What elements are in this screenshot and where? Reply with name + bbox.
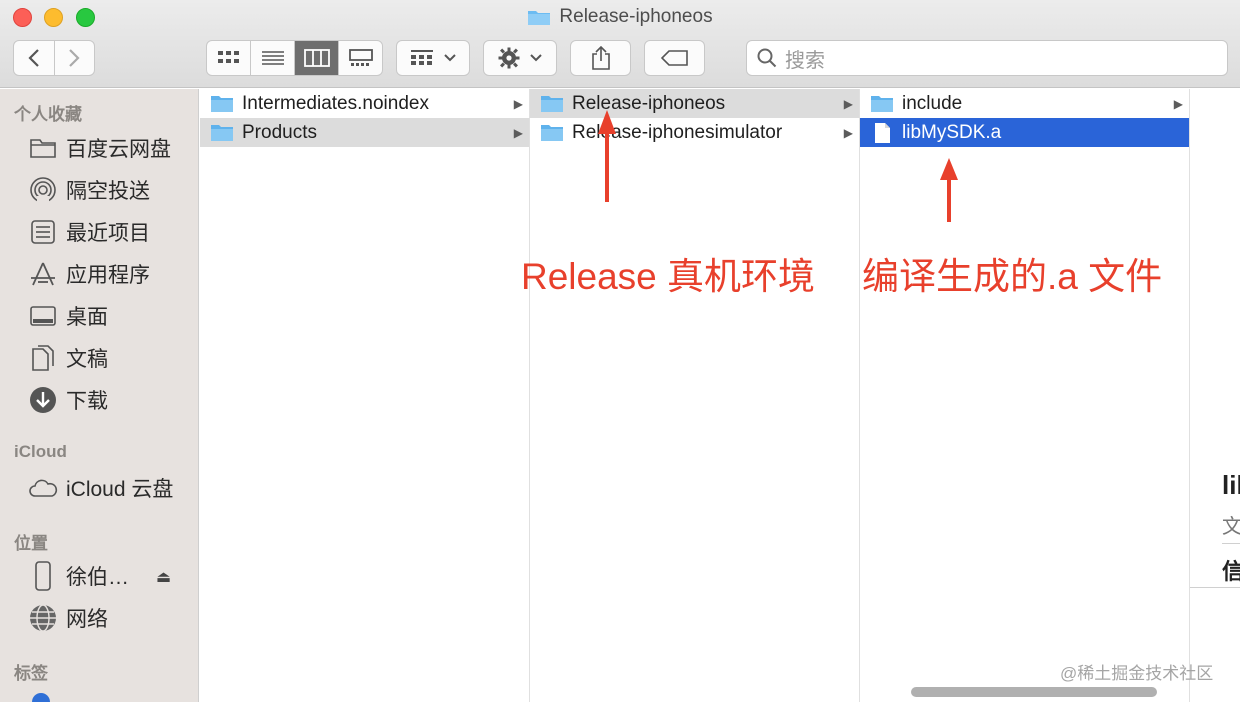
list-item[interactable]: include ▶: [860, 89, 1189, 118]
list-item[interactable]: Intermediates.noindex ▶: [200, 89, 529, 118]
eject-icon[interactable]: ⏏: [156, 567, 171, 587]
view-mode-control: [206, 40, 383, 76]
file-icon: [875, 122, 890, 143]
sidebar-item-airdrop[interactable]: 隔空投送: [28, 173, 150, 207]
disclosure-arrow-icon: ▶: [843, 125, 853, 140]
preview-divider: [1222, 543, 1240, 544]
sidebar-item-icloud-drive[interactable]: iCloud 云盘: [28, 471, 173, 505]
iphone-icon: [28, 561, 58, 591]
sidebar-item-desktop[interactable]: 桌面: [28, 299, 108, 333]
airdrop-icon: [28, 175, 58, 205]
action-menu-button[interactable]: [483, 40, 557, 76]
folder-icon: [528, 11, 551, 25]
column-view-button[interactable]: [295, 41, 339, 75]
preview-divider: [1190, 587, 1240, 588]
disclosure-arrow-icon: ▶: [1173, 96, 1183, 111]
annotation-arrow-icon: [940, 158, 958, 222]
sidebar-item-network[interactable]: 网络: [28, 601, 108, 635]
downloads-icon: [28, 385, 58, 415]
finder-window: Release-iphoneos 搜索 个人收藏 百度云网盘 隔空投送 最近项目…: [0, 0, 1240, 702]
disclosure-arrow-icon: ▶: [513, 125, 523, 140]
folder-icon: [871, 95, 893, 112]
sidebar: 个人收藏 百度云网盘 隔空投送 最近项目 应用程序 桌面 文稿 下载 iClou…: [0, 89, 199, 702]
sidebar-item-baidu-netdisk[interactable]: 百度云网盘: [28, 131, 171, 165]
folder-icon: [28, 133, 58, 163]
list-item[interactable]: Release-iphoneos ▶: [530, 89, 859, 118]
sidebar-item-label: 徐伯…: [66, 566, 129, 589]
item-name: libMySDK.a: [902, 121, 1002, 143]
sidebar-item-label: 隔空投送: [66, 180, 150, 203]
sidebar-item-label: 百度云网盘: [66, 138, 171, 161]
chevron-down-icon: [444, 54, 456, 62]
chevron-down-icon: [530, 54, 542, 62]
search-placeholder: 搜索: [785, 49, 825, 72]
folder-icon: [541, 124, 563, 141]
window-title-text: Release-iphoneos: [559, 6, 713, 27]
item-name: Intermediates.noindex: [242, 92, 429, 114]
sidebar-item-label: 下载: [66, 390, 108, 413]
sidebar-section-favorites: 个人收藏: [14, 105, 82, 124]
folder-icon: [211, 124, 233, 141]
documents-icon: [28, 343, 58, 373]
sidebar-item-label: 应用程序: [66, 264, 150, 287]
sidebar-item-applications[interactable]: 应用程序: [28, 257, 150, 291]
column-1: Intermediates.noindex ▶ Products ▶: [200, 89, 530, 702]
preview-info-heading: 信: [1222, 559, 1240, 584]
gear-icon: [498, 47, 520, 69]
annotation-arrow-icon: [598, 110, 616, 202]
sidebar-item-label: 文稿: [66, 348, 108, 371]
toolbar: Release-iphoneos 搜索: [0, 0, 1240, 88]
sidebar-item-label: 桌面: [66, 306, 108, 329]
sidebar-item-iphone[interactable]: 徐伯…: [28, 559, 129, 593]
share-button[interactable]: [570, 40, 631, 76]
annotation-compiled-file: 编译生成的.a 文件: [862, 256, 1163, 297]
cloud-icon: [28, 473, 58, 503]
sidebar-section-icloud: iCloud: [14, 442, 67, 461]
disclosure-arrow-icon: ▶: [843, 96, 853, 111]
search-icon: [757, 48, 777, 68]
tag-button[interactable]: [644, 40, 705, 76]
sidebar-section-tags: 标签: [14, 664, 48, 683]
sidebar-item-downloads[interactable]: 下载: [28, 383, 108, 417]
back-button[interactable]: [14, 41, 55, 75]
column-3: include ▶ libMySDK.a: [860, 89, 1190, 702]
window-title: Release-iphoneos: [0, 6, 1240, 28]
tag-color-dot[interactable]: [32, 693, 50, 702]
sidebar-item-label: 最近项目: [66, 222, 150, 245]
preview-title: lil: [1222, 470, 1240, 500]
gallery-view-button[interactable]: [339, 41, 382, 75]
search-field[interactable]: 搜索: [746, 40, 1228, 76]
network-icon: [28, 603, 58, 633]
column-2: Release-iphoneos ▶ Release-iphonesimulat…: [530, 89, 860, 702]
applications-icon: [28, 259, 58, 289]
sidebar-section-locations: 位置: [14, 534, 48, 553]
list-item[interactable]: Release-iphonesimulator ▶: [530, 118, 859, 147]
group-by-button[interactable]: [396, 40, 470, 76]
group-icon: [411, 50, 433, 65]
desktop-icon: [28, 301, 58, 331]
share-icon: [591, 46, 610, 70]
sidebar-item-label: iCloud 云盘: [66, 478, 174, 501]
preview-kind: 文: [1222, 516, 1240, 538]
list-item-selected[interactable]: libMySDK.a: [860, 118, 1189, 147]
item-name: Release-iphoneos: [572, 92, 726, 114]
watermark: @稀土掘金技术社区: [1060, 664, 1214, 683]
list-item[interactable]: Products ▶: [200, 118, 529, 147]
tag-icon: [660, 50, 688, 66]
disclosure-arrow-icon: ▶: [513, 96, 523, 111]
list-view-button[interactable]: [251, 41, 295, 75]
back-forward-control: [13, 40, 95, 76]
icon-view-button[interactable]: [207, 41, 251, 75]
sidebar-item-documents[interactable]: 文稿: [28, 341, 108, 375]
annotation-release-device: Release 真机环境: [521, 256, 816, 297]
forward-button[interactable]: [55, 41, 95, 75]
item-name: Products: [242, 121, 317, 143]
folder-icon: [541, 95, 563, 112]
recents-icon: [28, 217, 58, 247]
horizontal-scrollbar[interactable]: [911, 687, 1157, 697]
sidebar-item-recents[interactable]: 最近项目: [28, 215, 150, 249]
sidebar-item-label: 网络: [66, 608, 108, 631]
item-name: include: [902, 92, 963, 114]
folder-icon: [211, 95, 233, 112]
